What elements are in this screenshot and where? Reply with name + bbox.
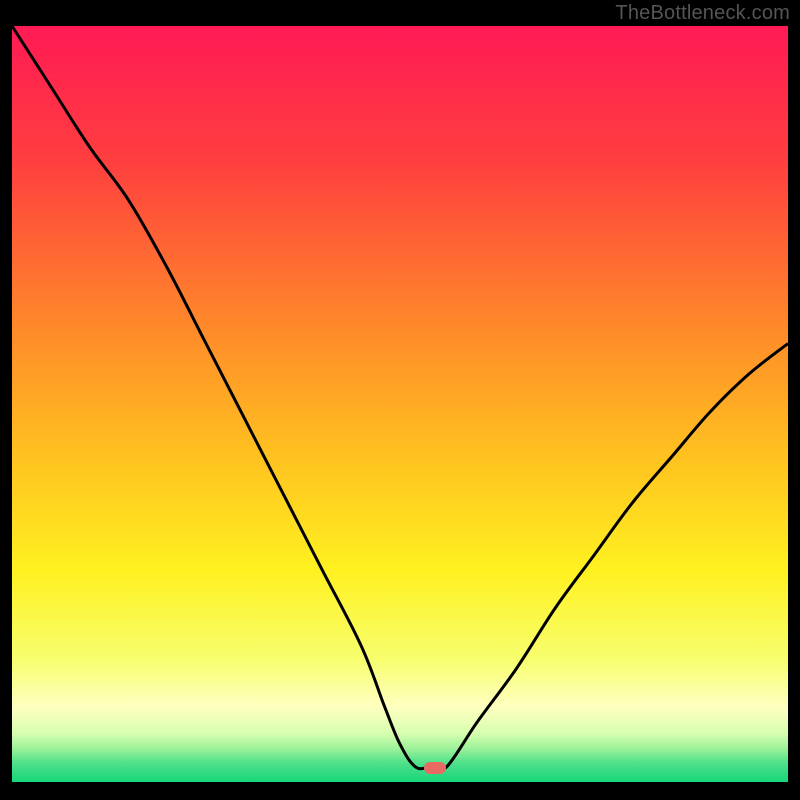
bottleneck-chart-svg [12,26,788,782]
plot-area [12,26,788,782]
bottleneck-point-marker [424,762,446,774]
watermark-text: TheBottleneck.com [615,2,790,25]
gradient-background [12,26,788,782]
chart-frame: TheBottleneck.com [0,0,800,800]
